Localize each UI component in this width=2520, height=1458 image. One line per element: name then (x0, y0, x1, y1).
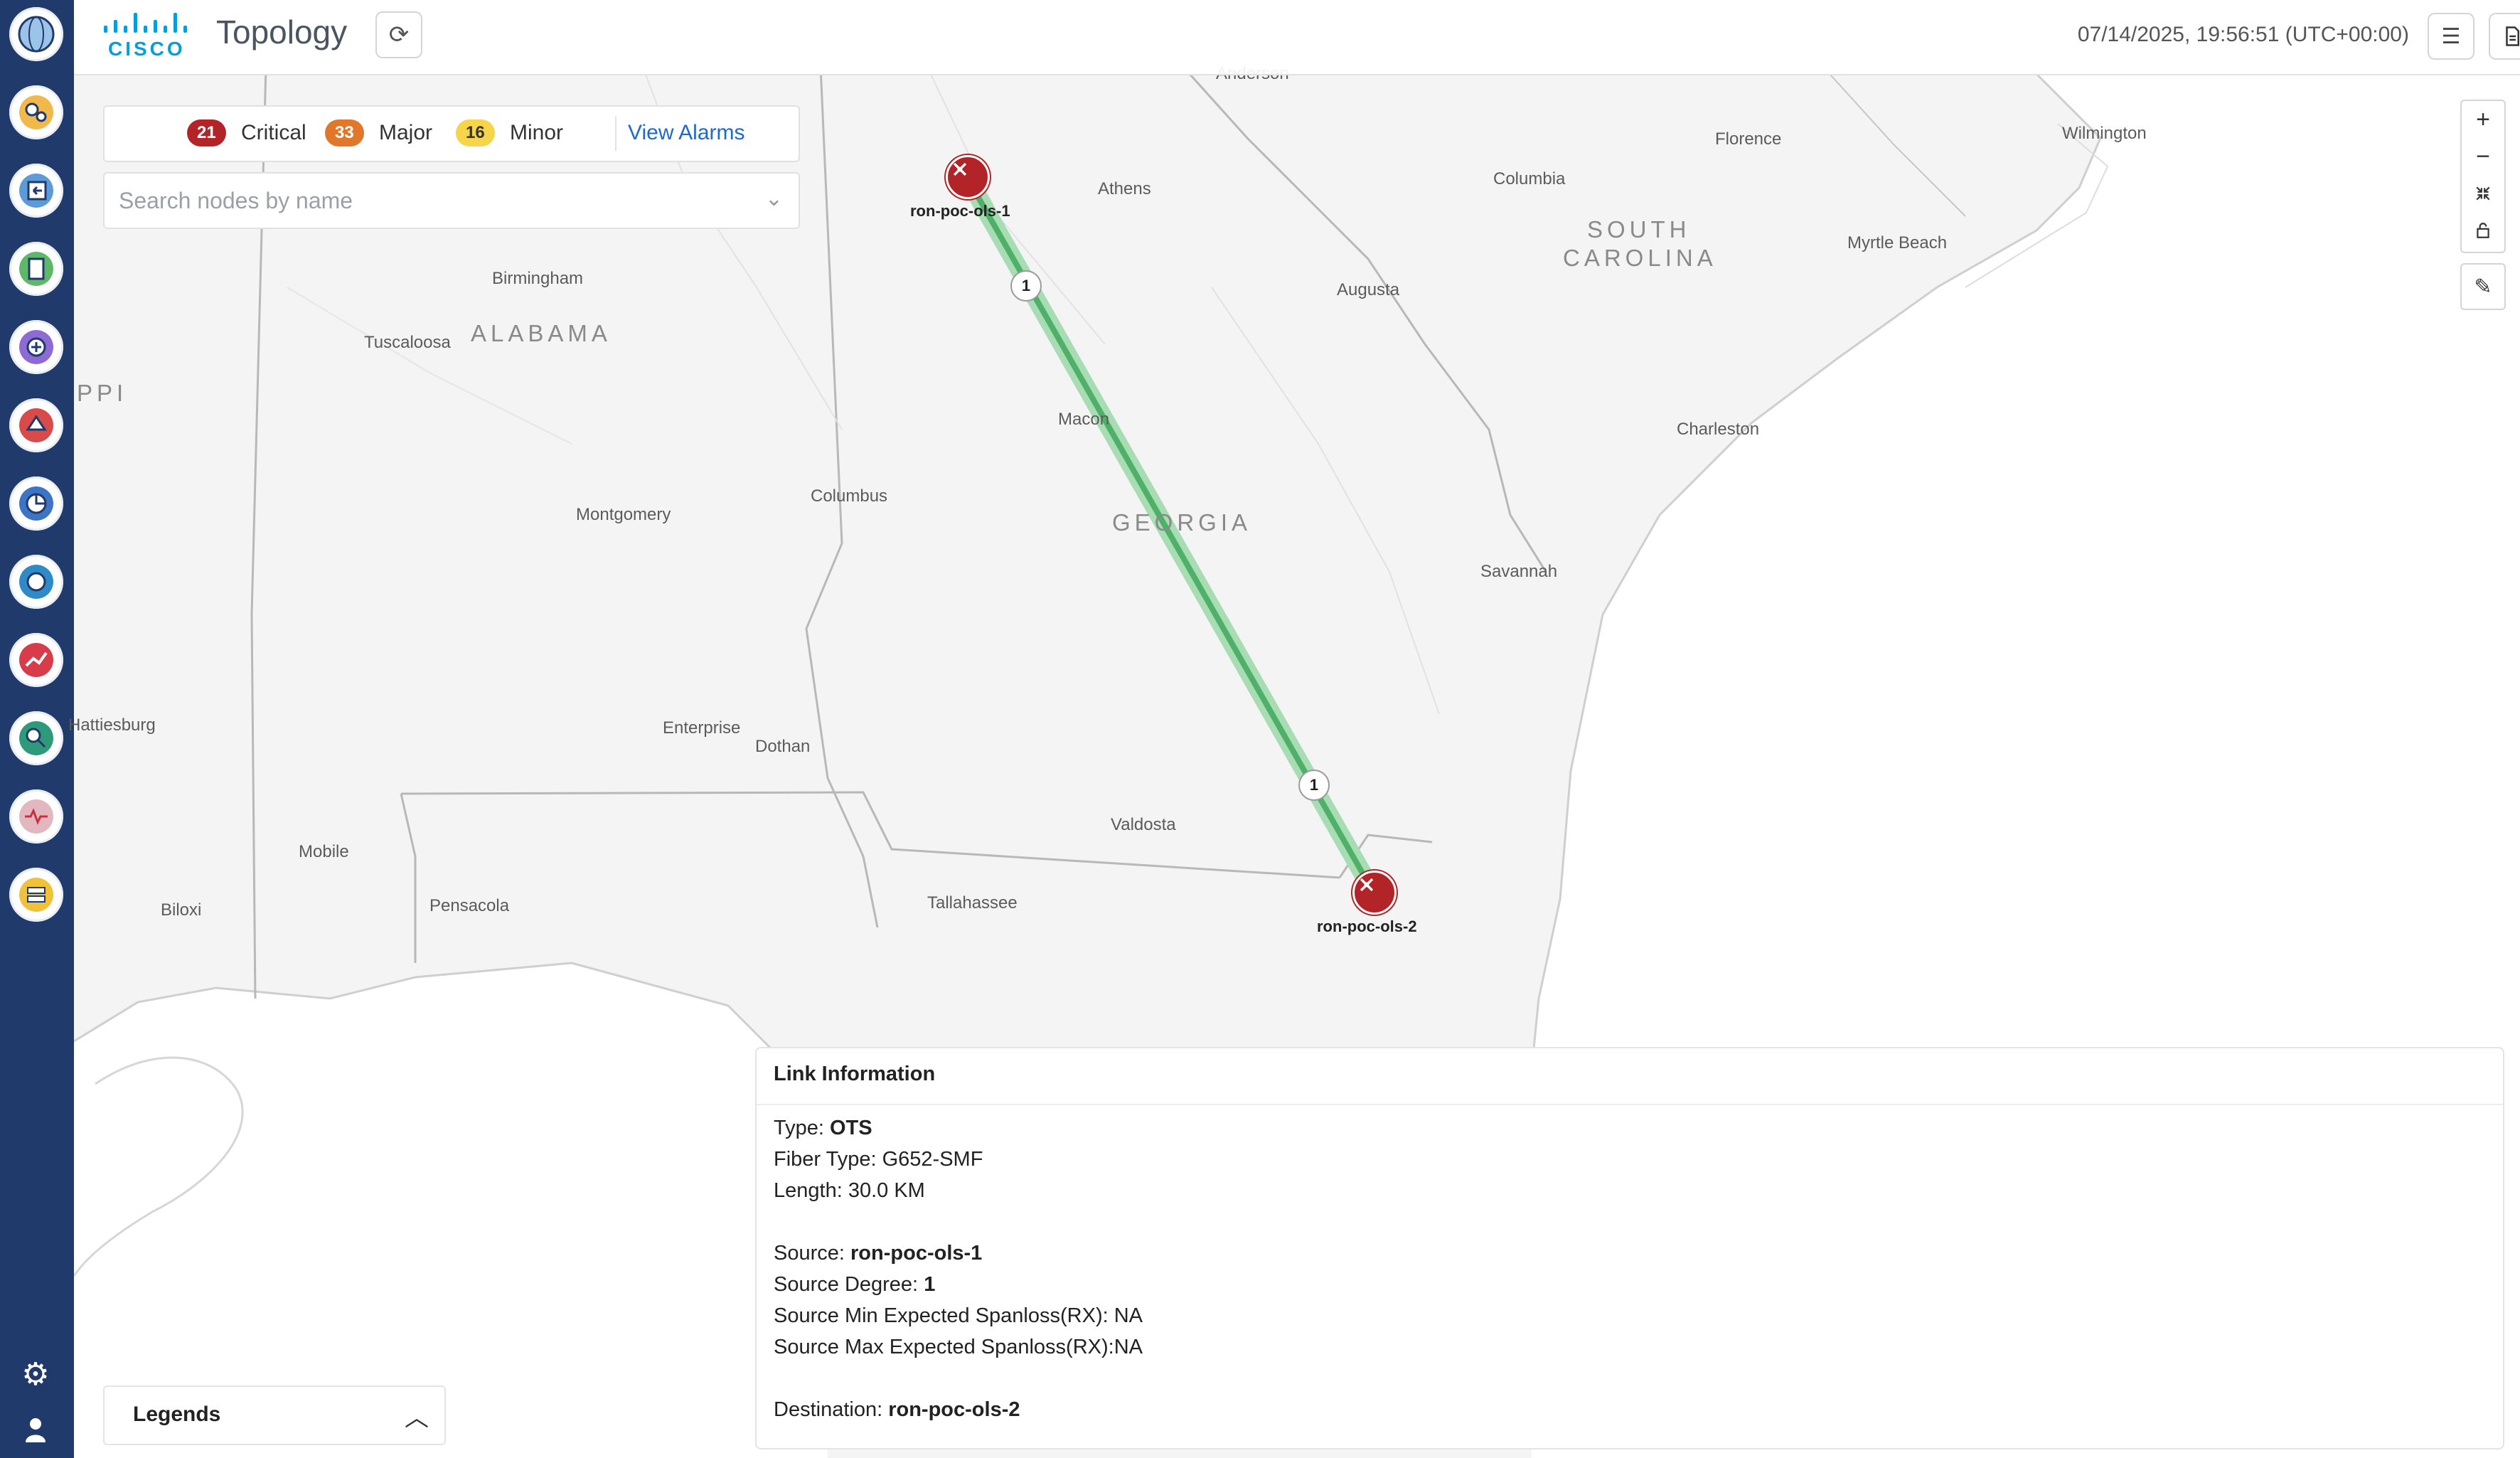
legends-toggle[interactable]: Legends ︿ (103, 1385, 446, 1445)
refresh-button[interactable]: ⟳ (375, 11, 422, 58)
refresh-icon: ⟳ (388, 21, 410, 48)
city-label: Valdosta (1111, 815, 1176, 834)
city-label: Tallahassee (927, 893, 1018, 912)
city-label: Wilmington (2062, 124, 2147, 143)
city-label: Macon (1058, 410, 1110, 429)
divider (615, 117, 616, 151)
city-label: Augusta (1337, 280, 1400, 299)
node-ron-poc-ols-2[interactable] (1352, 871, 1397, 915)
edit-button[interactable]: ✎ (2460, 263, 2506, 310)
sliders-icon: ☰ (2441, 24, 2461, 48)
minor-label: Minor (510, 121, 564, 144)
city-label: Florence (1715, 129, 1782, 149)
node-label: ron-poc-ols-2 (1317, 917, 1417, 935)
source-max-spanloss: Source Max Expected Spanloss(RX):NA (774, 1336, 1143, 1358)
zoom-in-button[interactable]: + (2462, 101, 2504, 138)
user-icon[interactable] (16, 1410, 55, 1449)
gears-icon[interactable] (9, 85, 63, 139)
network-search-icon[interactable] (9, 711, 63, 765)
pulse-search-icon[interactable] (9, 789, 63, 844)
import-icon[interactable] (9, 164, 63, 218)
city-label: Athens (1098, 179, 1151, 198)
city-label: Charleston (1677, 420, 1760, 439)
chevron-up-icon[interactable]: ︿ (405, 1398, 429, 1433)
major-label: Major (379, 121, 433, 144)
city-label: Montgomery (576, 505, 671, 524)
refresh-circle-icon[interactable] (9, 555, 63, 609)
divider (757, 1104, 2503, 1105)
minor-count-badge[interactable]: 16 (456, 119, 495, 147)
state-label: GEORGIA (1112, 509, 1252, 536)
state-label: PPI (77, 380, 128, 406)
state-label: CAROLINA (1563, 245, 1717, 271)
city-label: Hattiesburg (68, 715, 156, 735)
view-alarms-link[interactable]: View Alarms (628, 121, 745, 145)
source-min-spanloss: Source Min Expected Spanloss(RX): NA (774, 1304, 1143, 1327)
report-button[interactable] (2489, 13, 2520, 60)
pencil-icon: ✎ (2474, 275, 2492, 299)
search-placeholder: Search nodes by name (119, 188, 353, 213)
major-count-badge[interactable]: 33 (325, 119, 364, 147)
add-circle-icon[interactable] (9, 320, 63, 374)
router-icon (953, 162, 967, 176)
city-label: Pensacola (429, 896, 510, 915)
panel-title: Link Information (774, 1063, 936, 1085)
map-controls: + − (2460, 100, 2506, 253)
lock-icon (2477, 223, 2489, 238)
settings-icon[interactable]: ⚙ (16, 1354, 55, 1394)
page-title: Topology (216, 14, 348, 50)
city-label: Biloxi (161, 900, 202, 920)
state-label: ALABAMA (471, 320, 612, 346)
city-label: Columbia (1493, 169, 1566, 188)
filter-button[interactable]: ☰ (2428, 13, 2474, 60)
source-degree: Source Degree: 1 (774, 1273, 936, 1296)
link-count-badge[interactable]: 1 (1298, 770, 1330, 801)
link-type: Type: OTS (774, 1117, 872, 1139)
top-header: CISCO Topology ⟳ 07/14/2025, 19:56:51 (U… (74, 0, 2520, 75)
city-label: Columbus (811, 486, 888, 506)
node-ron-poc-ols-1[interactable] (946, 155, 990, 199)
critical-count-badge[interactable]: 21 (187, 119, 226, 147)
server-icon[interactable] (9, 868, 63, 922)
chart-circle-icon[interactable] (9, 477, 63, 531)
link-length: Length: 30.0 KM (774, 1179, 925, 1202)
alarm-summary: 21 Critical 33 Major 16 Minor View Alarm… (103, 105, 800, 162)
cisco-logo: CISCO (104, 13, 187, 60)
node-label: ron-poc-ols-1 (910, 202, 1010, 220)
svg-text:CISCO: CISCO (108, 38, 186, 60)
analytics-icon[interactable] (9, 633, 63, 687)
chevron-down-icon[interactable]: ⌄ (765, 186, 783, 211)
collapse-icon (2476, 186, 2490, 201)
document-icon[interactable] (9, 242, 63, 296)
critical-label: Critical (241, 121, 306, 144)
state-label: SOUTH (1587, 216, 1691, 243)
route-icon[interactable] (9, 398, 63, 452)
fit-to-screen-button[interactable] (2462, 175, 2504, 212)
zoom-out-button[interactable]: − (2462, 138, 2504, 175)
link-count-badge[interactable]: 1 (1010, 270, 1042, 302)
city-label: Tuscaloosa (364, 333, 451, 352)
city-label: Myrtle Beach (1847, 233, 1948, 252)
city-label: Dothan (755, 737, 811, 756)
lock-button[interactable] (2462, 212, 2504, 249)
left-nav-sidebar: ⚙ (0, 0, 74, 1458)
document-icon (2506, 26, 2519, 46)
globe-icon[interactable] (9, 7, 63, 61)
city-label: Savannah (1480, 562, 1558, 581)
link-information-panel: Link Information Type: OTS Fiber Type: G… (755, 1047, 2504, 1449)
city-label: Mobile (299, 842, 349, 861)
city-label: Birmingham (492, 269, 584, 288)
fiber-type: Fiber Type: G652-SMF (774, 1148, 983, 1171)
link-destination: Destination: ron-poc-ols-2 (774, 1398, 1020, 1421)
node-search-select[interactable]: Search nodes by name ⌄ (103, 172, 800, 229)
legends-label: Legends (133, 1403, 221, 1426)
router-icon (1360, 878, 1374, 892)
link-source: Source: ron-poc-ols-1 (774, 1242, 983, 1265)
city-label: Enterprise (663, 718, 741, 738)
timestamp: 07/14/2025, 19:56:51 (UTC+00:00) (2077, 23, 2409, 46)
